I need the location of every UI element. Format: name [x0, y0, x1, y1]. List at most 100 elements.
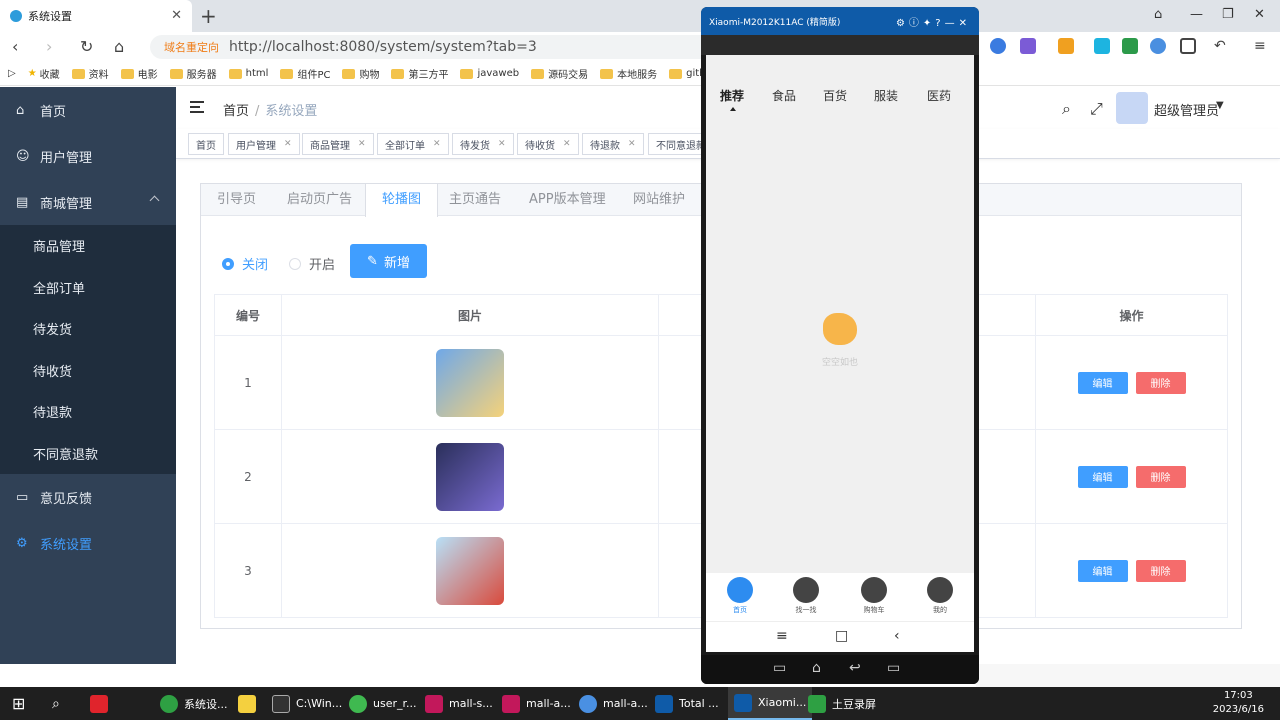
home-icon[interactable]: ⌂ — [114, 37, 124, 56]
bookmark-item[interactable]: html — [228, 68, 268, 79]
phone-tab-clothing[interactable]: 服装 — [874, 87, 898, 104]
phone-tab-general[interactable]: 百货 — [823, 87, 847, 104]
add-button[interactable]: ✎ 新增 — [350, 244, 427, 278]
reload-icon[interactable]: ↻ — [80, 37, 93, 56]
sidebar-subitem-products[interactable]: 商品管理 — [0, 225, 176, 267]
sidebar-item-feedback[interactable]: ▭ 意见反馈 — [0, 474, 176, 520]
tab-carousel[interactable]: 轮播图 — [365, 184, 439, 217]
bookmark-item[interactable]: 资料 — [71, 66, 109, 81]
browser-tab[interactable]: 系统设置 ✕ — [0, 0, 192, 32]
phone-tab-medicine[interactable]: 医药 — [927, 87, 951, 104]
sidebar-subitem-to-ship[interactable]: 待发货 — [0, 308, 176, 350]
search-icon[interactable]: ⌕ — [1062, 99, 1071, 119]
taskbar-app[interactable]: mall-a... — [502, 687, 571, 720]
bookmark-favorites[interactable]: ★ 收藏 — [28, 66, 60, 81]
tab-guide[interactable]: 引导页 — [201, 184, 272, 216]
close-icon[interactable]: ✕ — [628, 139, 636, 149]
minimize-icon[interactable]: — — [1190, 7, 1203, 22]
tab-launch-ad[interactable]: 启动页广告 — [271, 184, 368, 216]
bookmark-item[interactable]: 第三方平 — [391, 66, 448, 81]
bookmark-panel-icon[interactable]: ▷ — [8, 68, 16, 79]
close-icon[interactable]: ✕ — [433, 139, 441, 149]
phone-nav-mine[interactable]: 我的 — [915, 577, 965, 615]
avatar[interactable] — [1116, 92, 1148, 124]
edit-button[interactable]: 编辑 — [1077, 559, 1128, 582]
close-tab-icon[interactable]: ✕ — [171, 8, 182, 23]
close-icon[interactable]: ✕ — [284, 139, 292, 149]
close-icon[interactable]: ✕ — [498, 139, 506, 149]
sidebar-subitem-to-refund[interactable]: 待退款 — [0, 391, 176, 433]
menu-icon[interactable]: ▭ — [773, 660, 786, 676]
bookmark-item[interactable]: 电影 — [120, 66, 158, 81]
close-icon[interactable]: ✕ — [358, 139, 366, 149]
triangle-extension-icon[interactable] — [1094, 38, 1110, 54]
bookmark-item[interactable]: javaweb — [460, 68, 519, 79]
bookmark-item[interactable]: 购物 — [342, 66, 379, 81]
taskbar-youdao-icon[interactable] — [90, 687, 114, 720]
close-window-icon[interactable]: ✕ — [1254, 7, 1265, 22]
tag-item[interactable]: 待退款 ✕ — [582, 133, 644, 155]
sidebar-subitem-to-receive[interactable]: 待收货 — [0, 349, 176, 391]
sidebar-item-mall[interactable]: ▤ 商城管理 — [0, 179, 176, 225]
home-icon[interactable]: ⌂ — [812, 660, 821, 676]
sidebar-subitem-all-orders[interactable]: 全部订单 — [0, 266, 176, 308]
taskbar-app[interactable]: C:\Win... — [272, 687, 342, 720]
hamburger-icon[interactable] — [190, 101, 204, 113]
tag-item[interactable]: 待发货 ✕ — [452, 133, 514, 155]
sidebar-item-settings[interactable]: ⚙ 系统设置 — [0, 520, 176, 566]
search-icon[interactable]: ⌕ — [52, 687, 60, 720]
breadcrumb-home[interactable]: 首页 — [223, 104, 249, 119]
fullscreen-icon[interactable]: ⤢ — [1090, 99, 1103, 119]
taskbar-app[interactable]: mall-a... — [579, 687, 648, 720]
taskbar-app[interactable]: Total ... — [655, 687, 719, 720]
home-square-icon[interactable]: □ — [835, 628, 848, 644]
tag-item[interactable]: 首页 — [188, 133, 224, 155]
delete-button[interactable]: 删除 — [1135, 559, 1186, 582]
forward-icon[interactable]: › — [46, 37, 52, 56]
caret-down-icon[interactable]: ▼ — [1216, 100, 1224, 111]
sidebar-item-home[interactable]: ⌂ 首页 — [0, 87, 176, 133]
taskbar-app[interactable]: mall-s... — [425, 687, 493, 720]
phone-nav-search[interactable]: 找一找 — [781, 577, 831, 615]
v-extension-icon[interactable] — [1122, 38, 1138, 54]
radio-off[interactable]: 关闭 — [222, 254, 268, 273]
menu-icon[interactable]: ≡ — [776, 628, 788, 644]
phone-nav-cart[interactable]: 购物车 — [849, 577, 899, 615]
taskbar-app[interactable]: user_r... — [349, 687, 417, 720]
tab-notice[interactable]: 主页通告 — [433, 184, 517, 216]
delete-button[interactable]: 删除 — [1135, 371, 1186, 394]
sidebar-subitem-refund-rejected[interactable]: 不同意退款 — [0, 432, 176, 474]
restore-icon[interactable]: ❐ — [1222, 7, 1234, 22]
tab-maintenance[interactable]: 网站维护 — [617, 184, 701, 216]
new-tab-icon[interactable]: + — [200, 4, 217, 28]
recents-icon[interactable]: ▭ — [887, 660, 900, 676]
shirt-icon[interactable]: ⌂ — [1154, 7, 1162, 22]
undo-icon[interactable]: ↶ — [1214, 38, 1230, 54]
tag-item[interactable]: 全部订单 ✕ — [377, 133, 449, 155]
back-icon[interactable]: ‹ — [12, 37, 18, 56]
delete-button[interactable]: 删除 — [1135, 465, 1186, 488]
taskbar-app[interactable]: 土豆录屏 — [808, 687, 876, 720]
start-icon[interactable]: ⊞ — [12, 687, 25, 720]
menu-icon[interactable]: ≡ — [1254, 38, 1270, 54]
shield-extension-icon[interactable] — [1058, 38, 1074, 54]
bookmark-item[interactable]: 组件PC — [280, 66, 330, 81]
back-icon[interactable]: ↩ — [849, 660, 861, 676]
close-icon[interactable]: ✕ — [563, 139, 571, 149]
tag-item[interactable]: 待收货 ✕ — [517, 133, 579, 155]
tag-item[interactable]: 商品管理 ✕ — [302, 133, 374, 155]
edit-button[interactable]: 编辑 — [1077, 371, 1128, 394]
sidebar-item-users[interactable]: ☺ 用户管理 — [0, 133, 176, 179]
edit-button[interactable]: 编辑 — [1077, 465, 1128, 488]
minus-extension-icon[interactable] — [1150, 38, 1166, 54]
tag-item[interactable]: 用户管理 ✕ — [228, 133, 300, 155]
bookmark-item[interactable]: 本地服务 — [600, 66, 657, 81]
emulator-window-controls[interactable]: ⚙ⓘ✦?—✕ — [896, 14, 971, 29]
apps-grid-icon[interactable] — [1180, 38, 1196, 54]
radio-on[interactable]: 开启 — [289, 254, 335, 273]
phone-tab-recommend[interactable]: 推荐 — [720, 87, 744, 104]
tab-app-version[interactable]: APP版本管理 — [513, 184, 622, 216]
system-clock[interactable]: 17:03 2023/6/16 — [1213, 689, 1264, 717]
phone-tab-food[interactable]: 食品 — [772, 87, 796, 104]
back-icon[interactable]: ‹ — [894, 628, 900, 644]
